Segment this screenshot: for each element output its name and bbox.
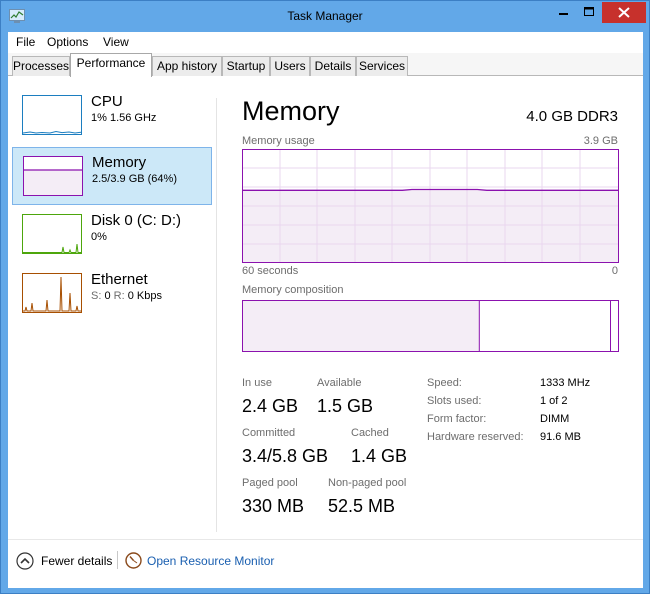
paged-pool-value: 330 MB [242, 496, 305, 516]
resource-ethernet[interactable]: Ethernet S: 0 R: 0 Kbps [12, 265, 212, 323]
chevron-up-circle-icon[interactable] [16, 552, 34, 570]
ethernet-title: Ethernet [91, 271, 148, 288]
tab-startup[interactable]: Startup [222, 56, 270, 76]
fewer-details-button[interactable]: Fewer details [41, 554, 112, 568]
footer-divider [117, 551, 118, 569]
non-paged-pool-value: 52.5 MB [328, 496, 396, 516]
disk-thumbnail-graph [22, 214, 82, 254]
form-factor-label: Form factor: [427, 413, 487, 425]
ethernet-send-value: 0 [104, 290, 111, 302]
in-use-value: 2.4 GB [242, 396, 299, 416]
disk-subtitle: 0% [91, 231, 107, 243]
resource-memory[interactable]: Memory 2.5/3.9 GB (64%) [12, 147, 212, 205]
slots-used-value: 1 of 2 [540, 395, 568, 407]
hardware-reserved-value: 91.6 MB [540, 431, 581, 443]
available-label: Available [317, 377, 362, 389]
tab-details[interactable]: Details [310, 56, 356, 76]
footer-separator [8, 539, 643, 540]
resource-cpu[interactable]: CPU 1% 1.56 GHz [12, 87, 212, 145]
client-area: File Options View Processes Performance … [8, 32, 643, 588]
disk-title: Disk 0 (C: D:) [91, 212, 181, 229]
memory-spec: 4.0 GB DDR3 [526, 108, 618, 125]
memory-usage-label: Memory usage [242, 135, 315, 147]
tab-users[interactable]: Users [270, 56, 310, 76]
close-icon [618, 7, 630, 18]
hardware-reserved-label: Hardware reserved: [427, 431, 524, 443]
time-axis-end: 0 [611, 265, 618, 277]
cpu-subtitle: 1% 1.56 GHz [91, 112, 157, 124]
ethernet-receive-value: 0 Kbps [127, 290, 162, 302]
slots-used-label: Slots used: [427, 395, 482, 407]
cached-label: Cached [351, 427, 389, 439]
paged-pool-label: Paged pool [242, 477, 298, 489]
committed-label: Committed [242, 427, 296, 439]
maximize-button[interactable] [576, 2, 602, 23]
tab-strip: Processes Performance App history Startu… [8, 53, 643, 77]
memory-heading: Memory [242, 96, 340, 126]
ethernet-thumbnail-graph [22, 273, 82, 313]
committed-value: 3.4/5.8 GB [242, 446, 329, 466]
minimize-button[interactable] [550, 2, 576, 23]
cpu-title: CPU [91, 93, 123, 110]
cached-value: 1.4 GB [351, 446, 408, 466]
time-axis-start: 60 seconds [242, 265, 299, 277]
maximize-icon [584, 7, 594, 16]
speed-value: 1333 MHz [540, 377, 591, 389]
non-paged-pool-label: Non-paged pool [328, 477, 407, 489]
menu-view[interactable]: View [103, 35, 129, 49]
tab-app-history[interactable]: App history [152, 56, 222, 76]
resource-list: CPU 1% 1.56 GHz Memory 2.5/3.9 GB (64%) … [8, 77, 216, 539]
resource-monitor-icon[interactable] [125, 552, 142, 569]
tab-processes[interactable]: Processes [12, 56, 70, 76]
minimize-icon [559, 13, 568, 15]
menu-options[interactable]: Options [47, 35, 88, 49]
memory-composition-bar [242, 300, 619, 352]
form-factor-value: DIMM [540, 413, 570, 425]
speed-label: Speed: [427, 377, 462, 389]
in-use-label: In use [242, 377, 272, 389]
open-resource-monitor-link[interactable]: Open Resource Monitor [147, 554, 274, 568]
memory-thumbnail-graph [23, 156, 83, 196]
close-button[interactable] [602, 2, 646, 23]
task-manager-window: Task Manager File Options View Processes… [0, 0, 650, 594]
menu-file[interactable]: File [16, 35, 35, 49]
menu-bar: File Options View [8, 32, 643, 52]
tab-services[interactable]: Services [356, 56, 408, 76]
title-bar[interactable]: Task Manager [1, 1, 649, 32]
memory-composition-label: Memory composition [242, 284, 344, 296]
pane-divider [216, 98, 217, 532]
tab-performance[interactable]: Performance [70, 53, 152, 77]
memory-title: Memory [92, 154, 147, 171]
ethernet-receive-key: R: [113, 290, 125, 302]
ethernet-subtitle: S: 0 R: 0 Kbps [91, 290, 162, 302]
composition-in-use-segment [243, 301, 480, 351]
ethernet-send-key: S: [91, 290, 102, 302]
cpu-thumbnail-graph [22, 95, 82, 135]
resource-disk[interactable]: Disk 0 (C: D:) 0% [12, 206, 212, 264]
memory-usage-graph [242, 149, 619, 263]
available-value: 1.5 GB [317, 396, 374, 416]
memory-subtitle: 2.5/3.9 GB (64%) [92, 173, 177, 185]
memory-usage-max: 3.9 GB [583, 135, 618, 147]
